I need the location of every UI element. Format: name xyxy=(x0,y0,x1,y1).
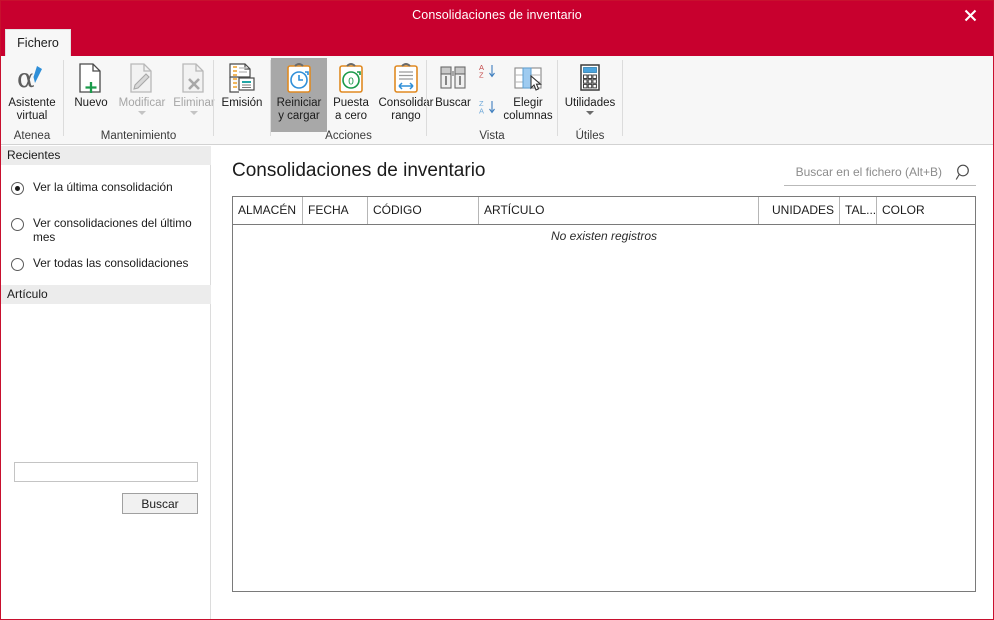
eliminar-button[interactable]: Eliminar xyxy=(170,58,218,115)
binoculars-icon xyxy=(429,61,477,95)
nuevo-label: Nuevo xyxy=(74,97,108,109)
ribbon-group-utiles-label: Útiles xyxy=(575,130,605,142)
sort-az-button[interactable]: A Z xyxy=(477,60,499,81)
table-empty-message: No existen registros xyxy=(550,229,658,243)
column-header-unidades[interactable]: UNIDADES xyxy=(759,197,840,224)
sidebar-option-ultima-consolidacion-label: Ver la última consolidación xyxy=(33,180,173,194)
puesta-a-cero-label: Puesta a cero xyxy=(333,97,369,122)
svg-text:α: α xyxy=(17,64,35,94)
svg-text:A: A xyxy=(479,107,484,116)
alpha-pen-icon: α xyxy=(3,61,61,95)
clipboard-zero-icon: 0 xyxy=(327,61,375,95)
new-document-icon xyxy=(68,61,114,95)
articulo-search-input[interactable] xyxy=(14,462,198,482)
ribbon-group-atenea: α Asistente virtual Atenea xyxy=(1,56,63,144)
column-header-articulo[interactable]: ARTÍCULO xyxy=(479,197,759,224)
ribbon-group-mantenimiento: Nuevo Modificar Eliminar Mantenimiento xyxy=(64,56,215,144)
consolidations-table: ALMACÉN FECHA CÓDIGO ARTÍCULO UNIDADES T… xyxy=(232,196,976,592)
file-search-field xyxy=(784,160,976,186)
ribbon-group-acciones-label: Acciones xyxy=(325,130,372,142)
buscar-view-label: Buscar xyxy=(435,97,471,109)
ribbon-group-mantenimiento-label: Mantenimiento xyxy=(100,130,177,142)
column-header-color[interactable]: COLOR xyxy=(877,197,975,224)
ribbon-tab-strip: Fichero xyxy=(1,29,993,56)
radio-button-selected[interactable] xyxy=(11,182,24,195)
radio-button[interactable] xyxy=(11,258,24,271)
eliminar-label: Eliminar xyxy=(173,97,215,109)
ribbon-group-atenea-label: Atenea xyxy=(13,130,51,142)
ribbon-group-acciones: Reiniciar y cargar 0 Puesta a cero Conso… xyxy=(271,56,433,144)
sidebar-option-ultimo-mes-label: Ver consolidaciones del último mes xyxy=(33,216,192,244)
ribbon-group-utiles: Utilidades Útiles xyxy=(558,56,622,144)
elegir-columnas-button[interactable]: Elegir columnas xyxy=(499,58,557,123)
column-header-almacen[interactable]: ALMACÉN xyxy=(233,197,303,224)
reiniciar-y-cargar-label: Reiniciar y cargar xyxy=(276,97,322,122)
asistente-virtual-label: Asistente virtual xyxy=(8,97,56,122)
sort-az-icon: A Z xyxy=(477,63,499,80)
nuevo-button[interactable]: Nuevo xyxy=(68,58,114,110)
emision-label: Emisión xyxy=(221,97,263,109)
sidebar-option-ultima-consolidacion[interactable]: Ver la última consolidación xyxy=(11,180,207,195)
sidebar-section-articulo-header: Artículo xyxy=(1,285,211,304)
search-icon[interactable] xyxy=(955,163,974,187)
edit-document-icon xyxy=(116,61,168,95)
sort-za-button[interactable]: Z A xyxy=(477,96,499,117)
svg-text:0: 0 xyxy=(348,77,354,88)
file-search-input[interactable] xyxy=(784,160,944,184)
chevron-down-icon[interactable] xyxy=(138,111,146,115)
sidebar-option-ultimo-mes[interactable]: Ver consolidaciones del último mes xyxy=(11,216,207,244)
calculator-icon xyxy=(560,61,620,95)
table-header-row: ALMACÉN FECHA CÓDIGO ARTÍCULO UNIDADES T… xyxy=(233,197,975,225)
delete-document-icon xyxy=(170,61,218,95)
ribbon-separator xyxy=(622,60,623,136)
emision-button[interactable]: Emisión xyxy=(217,58,267,110)
utilidades-label: Utilidades xyxy=(564,97,616,109)
modificar-button[interactable]: Modificar xyxy=(116,58,168,115)
main-content: Consolidaciones de inventario ALMACÉN FE… xyxy=(212,146,993,619)
print-report-icon xyxy=(217,61,267,95)
column-header-codigo[interactable]: CÓDIGO xyxy=(368,197,479,224)
sidebar: Recientes Ver la última consolidación Ve… xyxy=(1,146,211,619)
modificar-label: Modificar xyxy=(118,97,166,109)
utilidades-button[interactable]: Utilidades xyxy=(560,58,620,115)
elegir-columnas-label: Elegir columnas xyxy=(503,97,553,122)
choose-columns-icon xyxy=(499,61,557,95)
column-header-talla[interactable]: TAL... xyxy=(840,197,877,224)
sidebar-option-todas-consolidaciones[interactable]: Ver todas las consolidaciones xyxy=(11,256,207,271)
window-title: Consolidaciones de inventario xyxy=(412,8,582,22)
title-bar: Consolidaciones de inventario xyxy=(1,1,993,29)
asistente-virtual-button[interactable]: α Asistente virtual xyxy=(3,58,61,123)
tab-fichero[interactable]: Fichero xyxy=(5,29,71,56)
reiniciar-y-cargar-button[interactable]: Reiniciar y cargar xyxy=(271,58,327,132)
articulo-buscar-button[interactable]: Buscar xyxy=(122,493,198,514)
ribbon-group-vista-label: Vista xyxy=(479,130,505,142)
application-window: Consolidaciones de inventario Fichero α xyxy=(0,0,994,620)
ribbon-group-emision: Emisión xyxy=(214,56,270,144)
svg-text:Z: Z xyxy=(479,71,484,80)
sidebar-section-recientes-header: Recientes xyxy=(1,146,211,165)
sort-za-icon: Z A xyxy=(477,99,499,116)
clipboard-clock-icon xyxy=(271,61,327,95)
tab-fichero-label: Fichero xyxy=(17,36,59,50)
ribbon-toolbar: α Asistente virtual Atenea Nuevo Modific… xyxy=(1,56,993,145)
sidebar-option-todas-consolidaciones-label: Ver todas las consolidaciones xyxy=(33,256,189,270)
chevron-down-icon[interactable] xyxy=(586,111,594,115)
puesta-a-cero-button[interactable]: 0 Puesta a cero xyxy=(327,58,375,123)
radio-button[interactable] xyxy=(11,218,24,231)
close-icon[interactable] xyxy=(947,1,993,29)
buscar-view-button[interactable]: Buscar xyxy=(429,58,477,110)
ribbon-group-vista: Buscar A Z Z A Elegir columnas Vista xyxy=(427,56,557,144)
page-title: Consolidaciones de inventario xyxy=(232,160,486,181)
column-header-fecha[interactable]: FECHA xyxy=(303,197,368,224)
chevron-down-icon[interactable] xyxy=(190,111,198,115)
